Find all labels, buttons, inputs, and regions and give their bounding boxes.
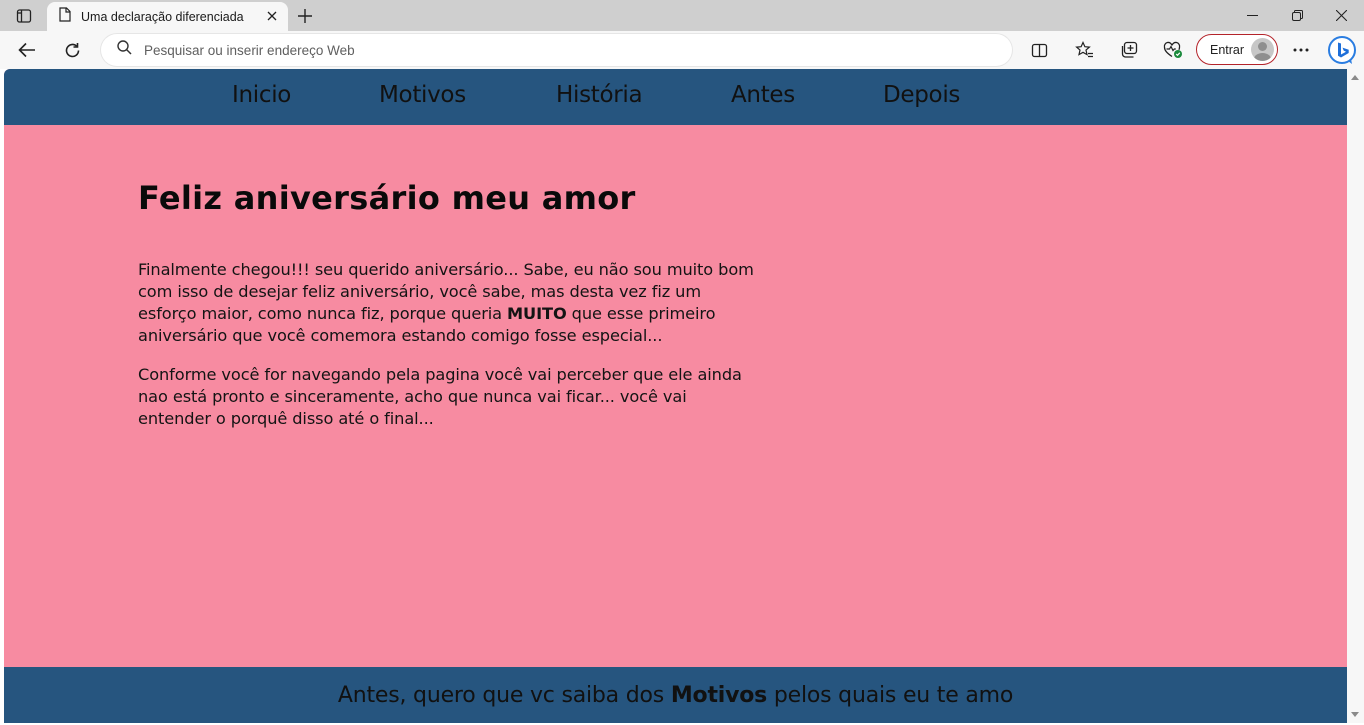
vertical-scrollbar[interactable] — [1347, 69, 1364, 723]
restore-icon[interactable] — [1274, 0, 1320, 31]
footer-text: Antes, quero que vc saiba dos Motivos pe… — [338, 683, 1013, 708]
more-icon[interactable] — [1286, 35, 1316, 65]
collections-icon[interactable] — [1114, 35, 1144, 65]
browser-tab[interactable]: Uma declaração diferenciada — [47, 2, 288, 31]
address-input[interactable] — [144, 42, 984, 58]
nav-historia[interactable]: História — [556, 82, 643, 108]
nav-depois[interactable]: Depois — [883, 82, 960, 108]
nav-antes[interactable]: Antes — [731, 82, 795, 108]
window-close-icon[interactable] — [1318, 0, 1364, 31]
minimize-icon[interactable] — [1229, 0, 1275, 31]
footer-text-end: pelos quais eu te amo — [767, 682, 1014, 708]
intro-paragraph: Finalmente chegou!!! seu querido anivers… — [138, 259, 758, 347]
bing-icon[interactable] — [1327, 35, 1357, 65]
page-viewport: Inicio Motivos História Antes Depois Fel… — [4, 69, 1347, 723]
footer-text-start: Antes, quero que vc saiba dos — [337, 682, 671, 708]
browser-toolbar: Entrar — [0, 31, 1364, 69]
favorites-star-icon[interactable] — [1069, 35, 1099, 65]
scroll-down-icon[interactable] — [1351, 712, 1359, 717]
title-bar: Uma declaração diferenciada — [0, 0, 1364, 31]
refresh-icon[interactable] — [57, 35, 87, 65]
tab-actions-icon[interactable] — [9, 5, 39, 27]
footer-emphasis: Motivos — [670, 682, 768, 708]
page-icon — [59, 6, 71, 27]
second-paragraph: Conforme você for navegando pela pagina … — [138, 365, 742, 428]
tab-title: Uma declaração diferenciada — [81, 9, 244, 24]
site-navbar: Inicio Motivos História Antes Depois — [4, 69, 1347, 125]
sign-in-button[interactable]: Entrar — [1196, 34, 1278, 65]
plus-icon[interactable] — [292, 4, 318, 28]
scroll-up-icon[interactable] — [1351, 75, 1359, 80]
back-arrow-icon[interactable] — [12, 35, 42, 65]
search-icon — [117, 40, 132, 60]
intro-emphasis: MUITO — [507, 304, 567, 323]
site-footer: Antes, quero que vc saiba dos Motivos pe… — [4, 667, 1347, 723]
browser-essentials-icon[interactable] — [1158, 35, 1188, 65]
main-content: Feliz aniversário meu amor Finalmente ch… — [138, 179, 758, 430]
sign-in-label: Entrar — [1210, 42, 1245, 57]
nav-inicio[interactable]: Inicio — [232, 82, 291, 108]
address-bar[interactable] — [101, 34, 1012, 66]
avatar — [1251, 38, 1274, 61]
split-screen-icon[interactable] — [1024, 35, 1054, 65]
page-title: Feliz aniversário meu amor — [138, 179, 636, 217]
close-icon[interactable] — [264, 8, 280, 24]
nav-motivos[interactable]: Motivos — [379, 82, 466, 108]
